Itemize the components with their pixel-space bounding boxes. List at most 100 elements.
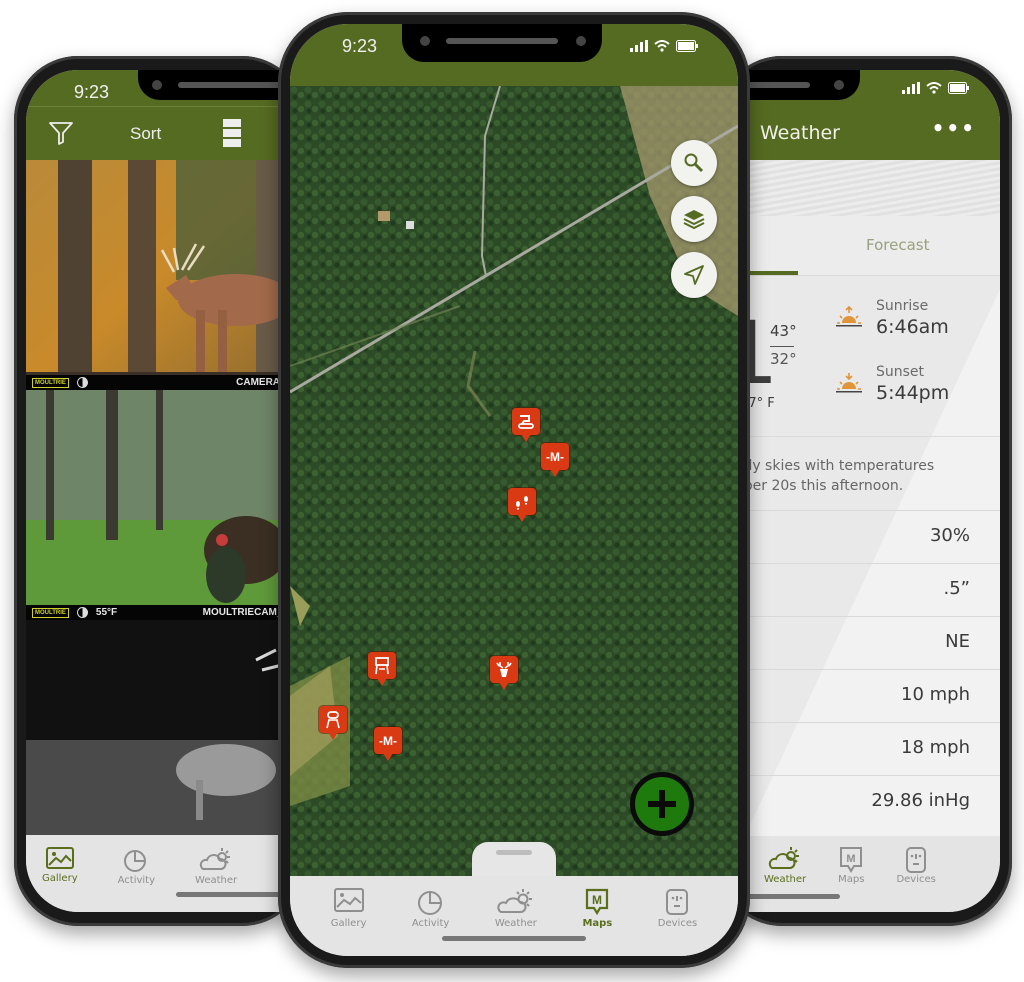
sunrise-label: Sunrise xyxy=(876,298,929,314)
maps-icon: M xyxy=(586,888,609,916)
row-value: 30% xyxy=(929,525,970,546)
wifi-icon xyxy=(926,82,942,94)
description-line: oudy skies with temperatures xyxy=(730,458,935,474)
map-pin-camera[interactable]: -M- xyxy=(374,727,402,761)
tracks-icon xyxy=(516,495,528,509)
gallery-photo[interactable]: MOULTRIE CAMERA 1 xyxy=(26,160,294,390)
map-pin-stand[interactable] xyxy=(319,706,347,740)
tab-label: Activity xyxy=(117,875,156,886)
sunrise-time: 6:46am xyxy=(876,316,949,338)
tab-maps[interactable]: M Maps xyxy=(582,888,612,956)
tab-gallery[interactable]: Gallery xyxy=(42,847,78,912)
tab-label: Devices xyxy=(657,918,698,929)
hi-lo-divider xyxy=(770,346,794,347)
tab-activity[interactable]: Activity xyxy=(412,888,449,956)
map-layers-button[interactable] xyxy=(671,196,717,242)
weather-banner xyxy=(730,160,1000,216)
tab-gallery[interactable]: Gallery xyxy=(331,888,366,956)
devices-icon xyxy=(666,889,689,915)
speaker xyxy=(446,38,558,44)
svg-text:M: M xyxy=(592,893,602,907)
battery-icon xyxy=(676,40,698,52)
plus-icon xyxy=(648,790,676,818)
tab-label: Weather xyxy=(195,875,238,886)
moultrie-camera-icon: -M- xyxy=(541,443,569,470)
buck-photo-image xyxy=(26,160,294,390)
map-pin-deer[interactable] xyxy=(490,656,518,690)
tab-weather[interactable]: Weather xyxy=(764,846,806,912)
map-locate-button[interactable] xyxy=(671,252,717,298)
list-view-icon[interactable] xyxy=(222,118,242,152)
filter-icon[interactable] xyxy=(48,120,74,150)
gallery-icon xyxy=(45,847,74,869)
gallery-photo[interactable] xyxy=(26,620,294,835)
moultrie-camera-icon: -M- xyxy=(374,727,402,754)
gallery-icon xyxy=(333,888,364,912)
tab-activity[interactable]: Activity xyxy=(118,847,155,912)
map-pin-feeder[interactable] xyxy=(512,408,540,442)
sunset-icon xyxy=(836,373,862,393)
signal-icon xyxy=(630,40,648,52)
tab-devices[interactable]: Devices xyxy=(896,846,936,912)
tab-maps[interactable]: M Maps xyxy=(838,846,864,912)
tab-bar: Gallery Activity Weather M Maps Devices xyxy=(290,876,738,956)
row-value: 10 mph xyxy=(901,684,970,705)
battery-icon xyxy=(948,82,969,94)
forecast-description: oudy skies with temperatures upper 20s t… xyxy=(730,456,990,496)
notch xyxy=(138,70,294,100)
sensor xyxy=(576,36,586,46)
tab-forecast[interactable]: Forecast xyxy=(866,236,929,254)
gallery-photo[interactable]: MOULTRIE 55°F MOULTRIECAM_1 xyxy=(26,390,294,620)
activity-icon xyxy=(124,850,147,872)
map-pin-stand[interactable] xyxy=(368,652,396,686)
weather-row-pressure: 29.86 inHg xyxy=(730,775,1000,827)
tree-stand-icon xyxy=(326,710,340,728)
tab-label: Maps xyxy=(838,874,865,885)
phone-maps: 9:23 -M- -M- Gallery Activity Weather M … xyxy=(278,12,750,968)
deer-icon xyxy=(496,661,512,677)
divider xyxy=(730,436,1000,437)
drawer-handle[interactable] xyxy=(472,842,556,876)
tab-weather[interactable]: Weather xyxy=(195,847,237,912)
turkey-photo-image xyxy=(26,390,294,620)
row-value: 29.86 inHg xyxy=(871,790,970,811)
moon-phase-icon xyxy=(76,607,88,618)
brand-badge: MOULTRIE xyxy=(32,377,69,388)
activity-icon xyxy=(417,891,442,915)
layers-icon xyxy=(683,210,705,230)
status-icons xyxy=(630,40,700,52)
low-temperature: 32° xyxy=(770,350,797,368)
search-icon xyxy=(684,153,704,173)
maps-icon: M xyxy=(840,847,863,873)
weather-row-precip-amount: .5” xyxy=(730,563,1000,615)
satellite-map[interactable]: -M- -M- xyxy=(290,86,738,876)
map-search-button[interactable] xyxy=(671,140,717,186)
sort-button[interactable]: Sort xyxy=(130,124,161,144)
front-camera xyxy=(152,80,162,90)
camera-name: MOULTRIECAM_1 xyxy=(202,607,288,618)
add-pin-button[interactable] xyxy=(630,772,694,836)
front-camera xyxy=(834,80,844,90)
map-pin-camera[interactable]: -M- xyxy=(541,443,569,477)
home-indicator xyxy=(176,892,294,897)
more-icon[interactable]: ••• xyxy=(932,116,976,140)
tab-devices[interactable]: Devices xyxy=(658,888,697,956)
svg-text:M: M xyxy=(847,853,856,865)
map-pin-tracks[interactable] xyxy=(508,488,536,522)
tree-stand-icon xyxy=(375,656,389,674)
weather-screen: Weather ••• Forecast 1 43° 32° e 37° F S… xyxy=(730,70,1000,912)
row-value: NE xyxy=(945,631,970,652)
brand-badge: MOULTRIE xyxy=(32,607,69,618)
tab-bar: Weather M Maps Devices xyxy=(730,836,1000,912)
tab-bar: Gallery Activity Weather xyxy=(26,835,294,912)
gallery-screen: 9:23 Sort MOULTRIE CAMERA 1 MOULTRIE 55°… xyxy=(26,70,294,912)
temperature: 55°F xyxy=(95,607,118,618)
location-arrow-icon xyxy=(684,265,704,285)
tab-weather[interactable]: Weather xyxy=(495,888,537,956)
maps-screen: 9:23 -M- -M- Gallery Activity Weather M … xyxy=(290,24,738,956)
weather-row-wind-direction: nNE xyxy=(730,616,1000,668)
header-divider xyxy=(26,106,294,107)
weather-icon xyxy=(768,847,800,869)
wifi-icon xyxy=(654,40,670,52)
front-camera xyxy=(420,36,430,46)
